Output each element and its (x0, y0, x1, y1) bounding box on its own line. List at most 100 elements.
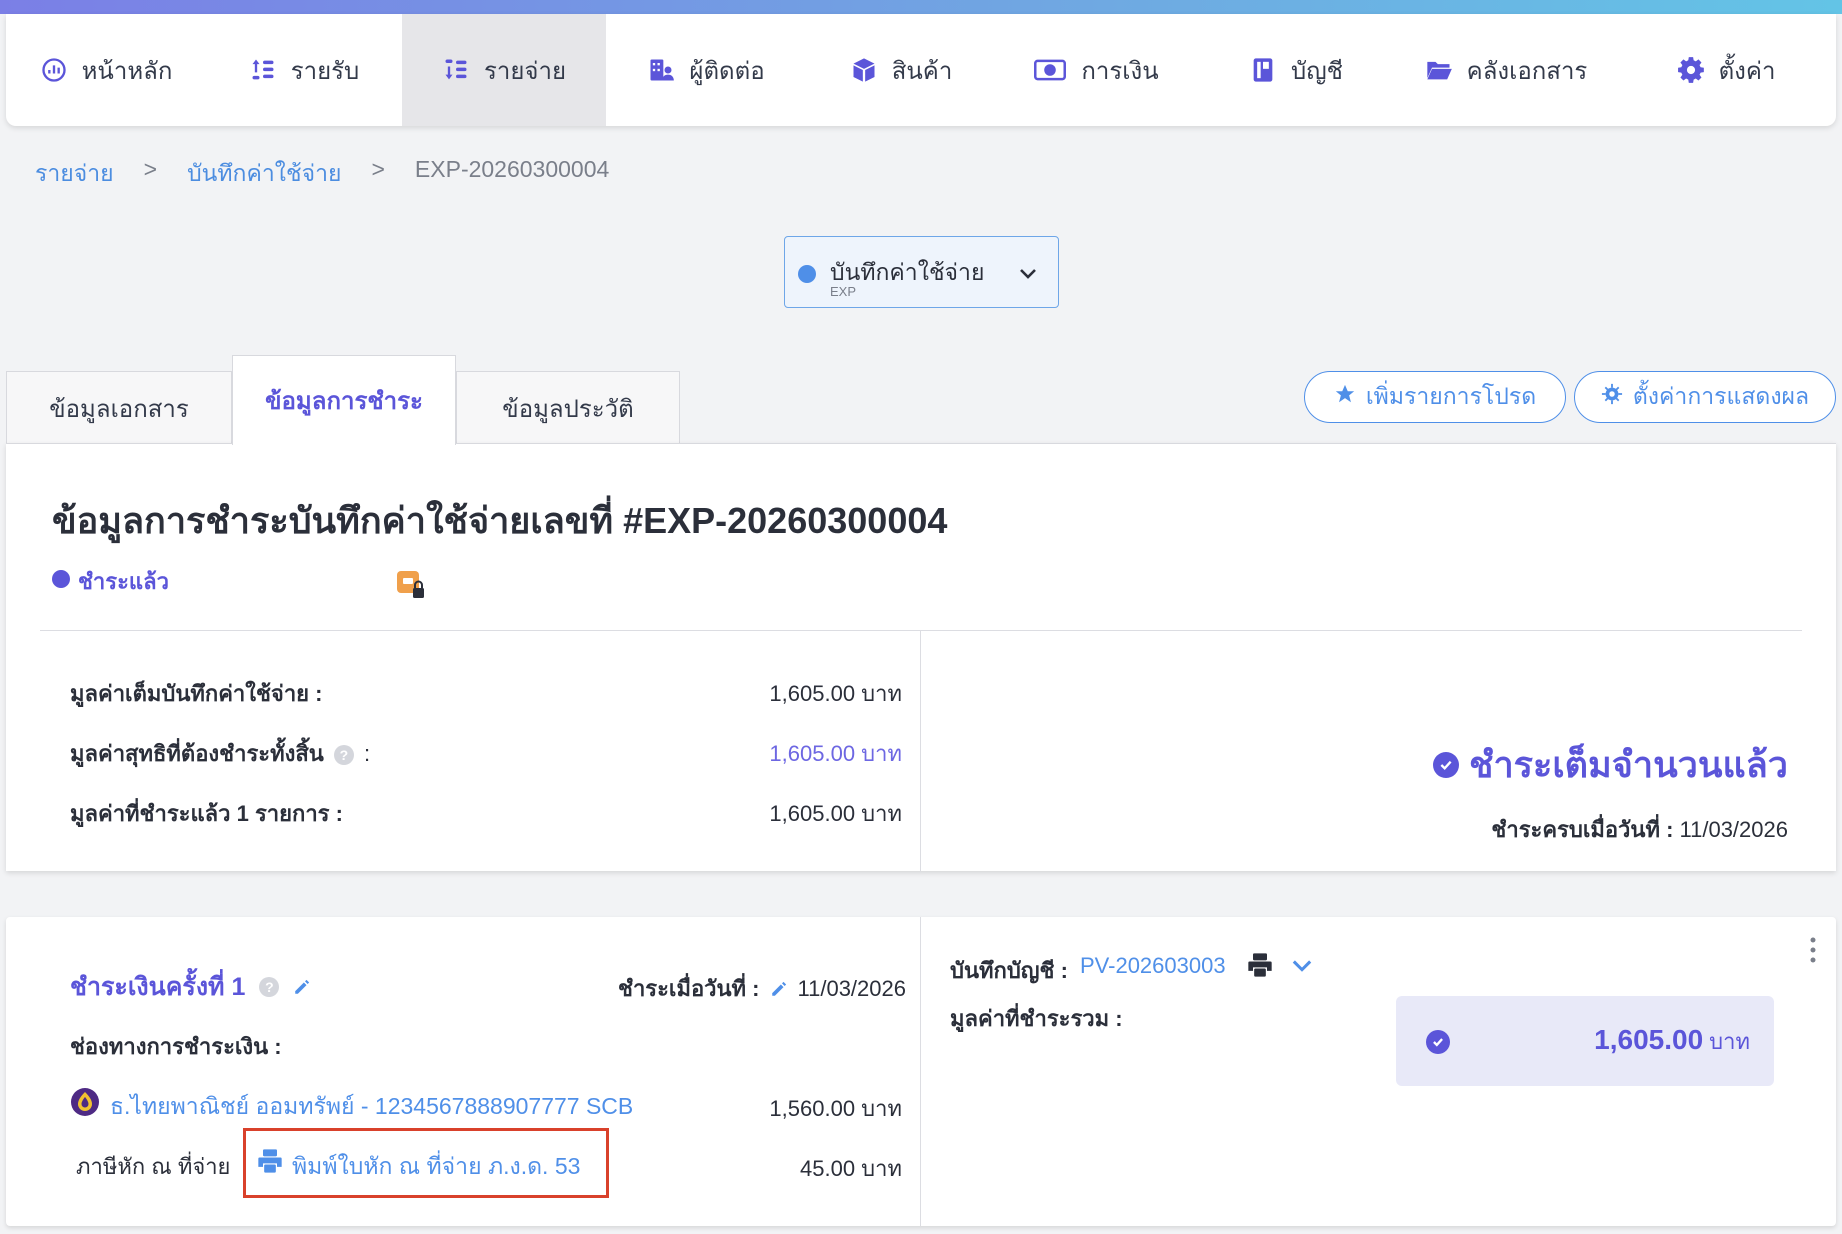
nav-label: บัญชี (1291, 57, 1343, 85)
paid-date-label: ชำระครบเมื่อวันที่ : (1491, 817, 1674, 842)
help-icon[interactable]: ? (333, 745, 354, 766)
breadcrumb-current: EXP-20260300004 (414, 156, 610, 182)
payment-round-label: ชำระเงินครั้งที่ 1 (70, 973, 246, 1001)
nav-label: ตั้งค่า (1718, 57, 1776, 85)
display-settings-label: ตั้งค่าการแสดงผล (1632, 383, 1810, 409)
divider (40, 630, 1802, 631)
total-paid-box: 1,605.00 บาท (1396, 996, 1774, 1086)
money-icon (1033, 56, 1067, 84)
divider (920, 917, 921, 1226)
main-navbar: หน้าหลัก รายรับ รายจ่าย ผู้ติดต่อ สินค้า… (6, 14, 1836, 126)
nav-label: รายรับ (290, 57, 360, 85)
status-dot (52, 570, 70, 588)
print-icon[interactable] (1246, 951, 1274, 979)
chevron-down-icon[interactable] (1288, 951, 1316, 979)
total-paid-value: 1,605.00 (1594, 1024, 1704, 1055)
nav-item-products[interactable]: สินค้า (806, 14, 996, 126)
folder-icon (1425, 56, 1453, 84)
tab-history-info[interactable]: ข้อมูลประวัติ (456, 371, 680, 445)
full-value: 1,605.00 บาท (769, 681, 902, 706)
nav-item-settings[interactable]: ตั้งค่า (1616, 14, 1836, 126)
locked-document-icon[interactable] (396, 570, 426, 600)
net-value-label-group: มูลค่าสุทธิที่ต้องชำระทั้งสิ้น ? : (70, 736, 370, 771)
scb-bank-icon (70, 1087, 100, 1117)
total-paid-amount: 1,605.00 บาท (1594, 1024, 1750, 1059)
nav-label: สินค้า (891, 57, 953, 85)
nav-item-accounting[interactable]: บัญชี (1196, 14, 1396, 126)
coins-out-icon (442, 56, 470, 84)
withholding-tax-amount: 45.00 บาท (800, 1156, 902, 1181)
nav-label: การเงิน (1081, 57, 1159, 85)
status-badge: ชำระแล้ว (78, 569, 169, 594)
payment-detail-card: ชำระเงินครั้งที่ 1 ? ชำระเมื่อวันที่ : 1… (6, 917, 1836, 1226)
payment-date: ชำระเมื่อวันที่ : 11/03/2026 (618, 971, 906, 1006)
chevron-down-icon (1016, 261, 1040, 285)
gear-icon (1601, 383, 1623, 411)
tab-label: ข้อมูลการชำระ (265, 388, 423, 415)
ledger-icon (1249, 56, 1277, 84)
breadcrumb-expense[interactable]: รายจ่าย (35, 156, 114, 192)
nav-item-home[interactable]: หน้าหลัก (6, 14, 206, 126)
nav-item-finance[interactable]: การเงิน (996, 14, 1196, 126)
top-gradient-bar (0, 0, 1842, 14)
total-paid-label: มูลค่าที่ชำระรวม : (950, 1006, 1123, 1031)
payment-round-title: ชำระเงินครั้งที่ 1 ? (70, 967, 311, 1007)
coins-in-icon (249, 56, 277, 84)
chart-icon (40, 56, 68, 84)
breadcrumb: รายจ่าย > บันทึกค่าใช้จ่าย > EXP-2026030… (35, 156, 609, 192)
add-favorite-button[interactable]: เพิ่มรายการโปรด (1304, 371, 1566, 423)
print-withholding-certificate-link[interactable]: พิมพ์ใบหัก ณ ที่จ่าย ภ.ง.ด. 53 (292, 1149, 580, 1185)
star-icon (1334, 383, 1356, 411)
breadcrumb-expense-record[interactable]: บันทึกค่าใช้จ่าย (187, 156, 341, 192)
nav-item-expense[interactable]: รายจ่าย (402, 14, 606, 126)
nav-item-documents[interactable]: คลังเอกสาร (1396, 14, 1616, 126)
help-icon[interactable]: ? (259, 977, 280, 997)
total-paid-unit: บาท (1709, 1029, 1750, 1054)
nav-item-income[interactable]: รายรับ (206, 14, 402, 126)
nav-label: คลังเอกสาร (1466, 57, 1588, 85)
nav-label: ผู้ติดต่อ (689, 57, 765, 85)
tab-payment-info[interactable]: ข้อมูลการชำระ (232, 355, 456, 445)
more-options-icon[interactable] (1808, 935, 1818, 965)
paid-full-status: ชำระเต็มจำนวนแล้ว (1433, 736, 1788, 793)
edit-icon[interactable] (293, 978, 311, 996)
gear-icon (1677, 56, 1705, 84)
document-type-dropdown[interactable]: บันทึกค่าใช้จ่าย EXP (784, 236, 1059, 308)
net-value-colon: : (364, 741, 371, 766)
check-circle-icon (1426, 1030, 1450, 1054)
print-icon[interactable] (256, 1147, 284, 1175)
contacts-icon (647, 56, 675, 84)
edit-icon[interactable] (770, 980, 788, 998)
net-value: 1,605.00 บาท (769, 741, 902, 766)
journal-entry-link[interactable]: PV-202603003 (1080, 953, 1226, 979)
nav-item-contacts[interactable]: ผู้ติดต่อ (606, 14, 806, 126)
doctype-code: EXP (830, 284, 857, 299)
page-title: ข้อมูลการชำระบันทึกค่าใช้จ่ายเลขที่ #EXP… (52, 500, 948, 541)
tab-document-info[interactable]: ข้อมูลเอกสาร (6, 371, 232, 445)
full-value-label: มูลค่าเต็มบันทึกค่าใช้จ่าย : (70, 681, 323, 706)
payment-date-value: 11/03/2026 (797, 975, 906, 1001)
check-circle-icon (1433, 751, 1460, 778)
paid-full-label: ชำระเต็มจำนวนแล้ว (1469, 744, 1788, 785)
paid-complete-date: ชำระครบเมื่อวันที่ : 11/03/2026 (1491, 812, 1788, 847)
breadcrumb-separator: > (143, 156, 158, 182)
payment-channel-label: ช่องทางการชำระเงิน : (70, 1034, 282, 1059)
paid-value: 1,605.00 บาท (769, 801, 902, 826)
bank-amount: 1,560.00 บาท (769, 1096, 902, 1121)
paid-value-label: มูลค่าที่ชำระแล้ว 1 รายการ : (70, 801, 343, 826)
nav-label: รายจ่าย (483, 57, 567, 85)
doctype-dot (798, 265, 816, 283)
bank-account-link[interactable]: ธ.ไทยพาณิชย์ ออมทรัพย์ - 123456788890777… (110, 1089, 633, 1125)
add-favorite-label: เพิ่มรายการโปรด (1365, 383, 1537, 409)
divider (920, 630, 921, 872)
tab-label: ข้อมูลประวัติ (502, 396, 634, 423)
payment-date-label: ชำระเมื่อวันที่ : (618, 976, 760, 1001)
net-value-label: มูลค่าสุทธิที่ต้องชำระทั้งสิ้น (70, 741, 324, 766)
nav-label: หน้าหลัก (81, 57, 173, 85)
paid-date-value: 11/03/2026 (1679, 817, 1788, 842)
display-settings-button[interactable]: ตั้งค่าการแสดงผล (1574, 371, 1836, 423)
journal-entry-label: บันทึกบัญชี : (950, 958, 1068, 983)
breadcrumb-separator: > (371, 156, 385, 182)
payment-summary-card: ข้อมูลการชำระบันทึกค่าใช้จ่ายเลขที่ #EXP… (6, 443, 1836, 872)
tab-label: ข้อมูลเอกสาร (49, 396, 189, 423)
